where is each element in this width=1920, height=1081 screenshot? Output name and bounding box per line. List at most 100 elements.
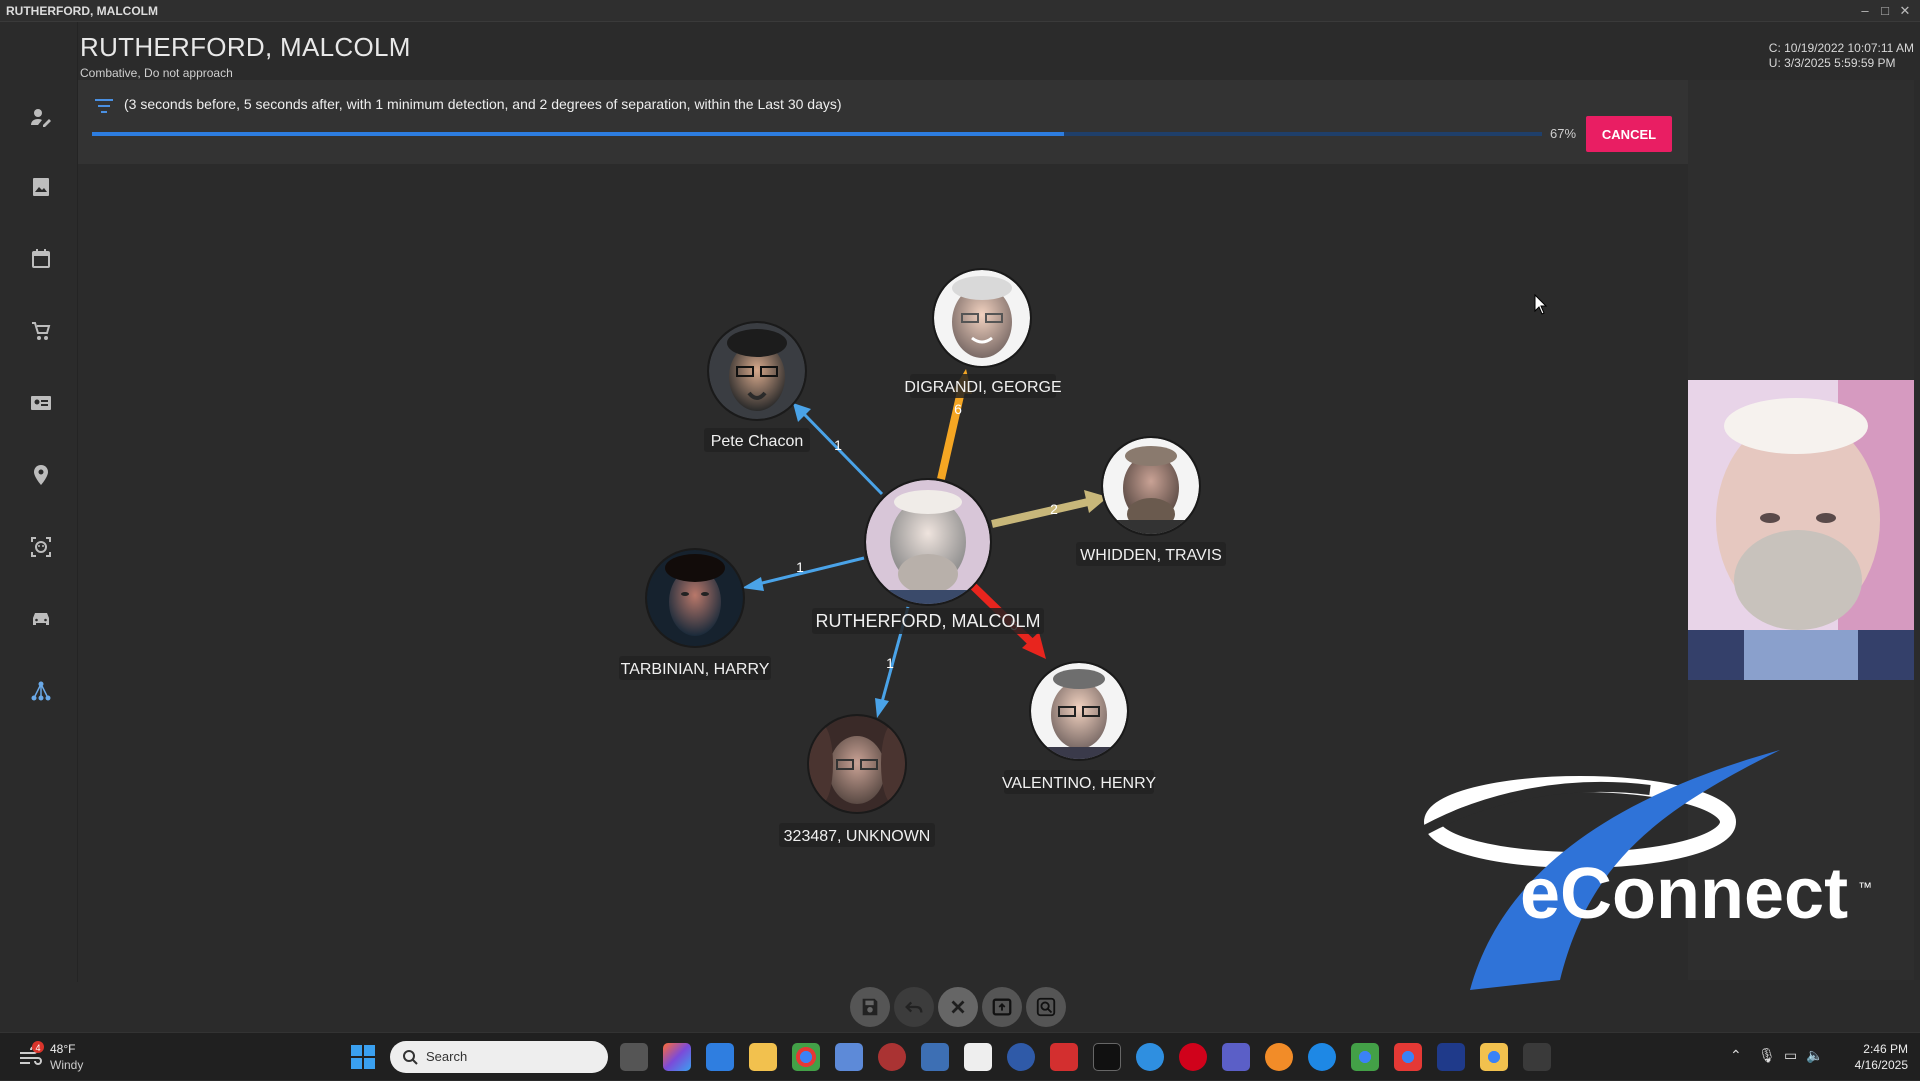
search-progress-panel: (3 seconds before, 5 seconds after, with… [78,80,1688,164]
node-label-unknown: 323487, UNKNOWN [784,828,931,845]
app-icon[interactable] [1265,1043,1293,1071]
network-status-icon[interactable]: ▭ [1784,1047,1797,1064]
calendar-icon[interactable] [26,244,56,274]
weather-widget[interactable]: 4 48°F Windy [16,1041,126,1073]
person-edit-icon[interactable] [26,102,56,132]
chevron-up-icon[interactable]: ⌃ [1730,1047,1742,1064]
cart-icon[interactable] [26,316,56,346]
clock[interactable]: 2:46 PM 4/16/2025 [1855,1041,1908,1073]
app-icon[interactable] [1136,1043,1164,1071]
volume-icon[interactable]: 🔈 [1806,1047,1823,1064]
chrome-icon[interactable] [1480,1043,1508,1071]
clear-button[interactable] [938,987,978,1027]
person-photo [647,550,743,646]
taskbar: 4 48°F Windy Search ⌃ 🎙 ▭ 🔈 2:46 PM 4/16… [0,1032,1920,1080]
minimize-icon[interactable]: – [1856,2,1874,20]
maximize-icon[interactable]: □ [1876,2,1894,20]
chrome-icon[interactable] [1394,1043,1422,1071]
logo-tm: ™ [1858,879,1872,895]
id-card-icon[interactable] [26,388,56,418]
save-button[interactable] [850,987,890,1027]
chrome-icon[interactable] [1351,1043,1379,1071]
chrome-icon[interactable] [792,1043,820,1071]
image-icon[interactable] [26,172,56,202]
fit-screen-icon [992,998,1012,1016]
task-view-icon[interactable] [620,1043,648,1071]
edge-label-tarbinian: 1 [796,559,804,575]
person-photo [709,323,805,419]
filter-icon[interactable] [94,98,114,114]
acrobat-icon[interactable] [1050,1043,1078,1071]
page-title: RUTHERFORD, MALCOLM [80,32,411,62]
sidebar [0,22,78,982]
save-icon [862,998,878,1016]
close-icon [951,1000,965,1014]
clock-date: 4/16/2025 [1854,1058,1908,1072]
taskbar-search[interactable]: Search [390,1041,608,1073]
edge-icon[interactable] [1308,1043,1336,1071]
edge-whidden[interactable]: 2 [991,490,1108,528]
weather-badge: 4 [35,1043,40,1053]
fit-screen-button[interactable] [982,987,1022,1027]
person-photo [866,480,990,604]
person-photo [1103,438,1199,534]
app-icon[interactable] [878,1043,906,1071]
edge-label-digrandi: 6 [954,401,962,417]
window-title: RUTHERFORD, MALCOLM [6,4,158,18]
record-timestamps: C: 10/19/2022 10:07:11 AM U: 3/3/2025 5:… [1769,41,1914,71]
econnect-logo: eConnect ™ [1390,740,1890,1000]
econnect-app-icon[interactable] [1523,1043,1551,1071]
location-pin-icon[interactable] [26,460,56,490]
updated-timestamp: U: 3/3/2025 5:59:59 PM [1768,56,1896,70]
edge-label-chacon: 1 [834,437,842,453]
undo-button[interactable] [894,987,934,1027]
graph-node[interactable] [932,268,1032,368]
created-timestamp: C: 10/19/2022 10:07:11 AM [1768,41,1914,55]
notepad-icon[interactable] [835,1043,863,1071]
face-scan-icon[interactable] [26,532,56,562]
file-explorer-icon[interactable] [749,1043,777,1071]
cancel-button[interactable]: CANCEL [1586,116,1672,152]
close-window-icon[interactable]: ✕ [1896,2,1914,20]
store-icon[interactable] [706,1043,734,1071]
graph-node[interactable] [1029,661,1129,767]
edge-label-whidden: 2 [1050,501,1058,517]
zoom-search-button[interactable] [1026,987,1066,1027]
windows-start-icon[interactable] [350,1044,376,1070]
terminal-icon[interactable] [1093,1043,1121,1071]
document-icon[interactable] [964,1043,992,1071]
mouse-cursor-icon [1534,293,1548,315]
copilot-icon[interactable] [663,1043,691,1071]
search-progress-percent: 67% [1550,126,1577,141]
graph-node[interactable] [807,714,907,814]
app-icon[interactable] [921,1043,949,1071]
node-label-center: RUTHERFORD, MALCOLM [815,611,1040,631]
weather-temp: 48°F [50,1042,76,1056]
node-label-tarbinian: TARBINIAN, HARRY [621,661,770,678]
system-tray: ⌃ 🎙 ▭ 🔈 2:46 PM 4/16/2025 [1660,1033,1920,1081]
wind-icon: 4 [20,1041,44,1065]
edge-tarbinian[interactable]: 1 [742,556,865,591]
app-icon[interactable] [1007,1043,1035,1071]
graph-node[interactable] [707,321,807,421]
network-icon[interactable] [26,676,56,706]
graph-node[interactable] [645,548,745,648]
weather-condition: Windy [50,1058,84,1072]
teams-icon[interactable] [1222,1043,1250,1071]
graph-node[interactable] [1101,436,1201,540]
search-progress-bar [92,132,1542,136]
page-subtitle: Combative, Do not approach [80,66,233,80]
undo-icon [905,1001,923,1013]
microphone-icon[interactable]: 🎙 [1758,1047,1776,1064]
logo-text: eConnect [1520,854,1848,934]
premiere-icon[interactable] [1437,1043,1465,1071]
zoom-search-icon [1036,997,1056,1017]
node-label-digrandi: DIGRANDI, GEORGE [904,379,1061,396]
edge-label-unknown: 1 [886,655,894,671]
search-progress-fill [92,132,1064,136]
opera-icon[interactable] [1179,1043,1207,1071]
search-icon [403,1050,418,1065]
search-placeholder: Search [426,1049,468,1064]
subject-photo [1688,380,1914,680]
car-icon[interactable] [26,604,56,634]
